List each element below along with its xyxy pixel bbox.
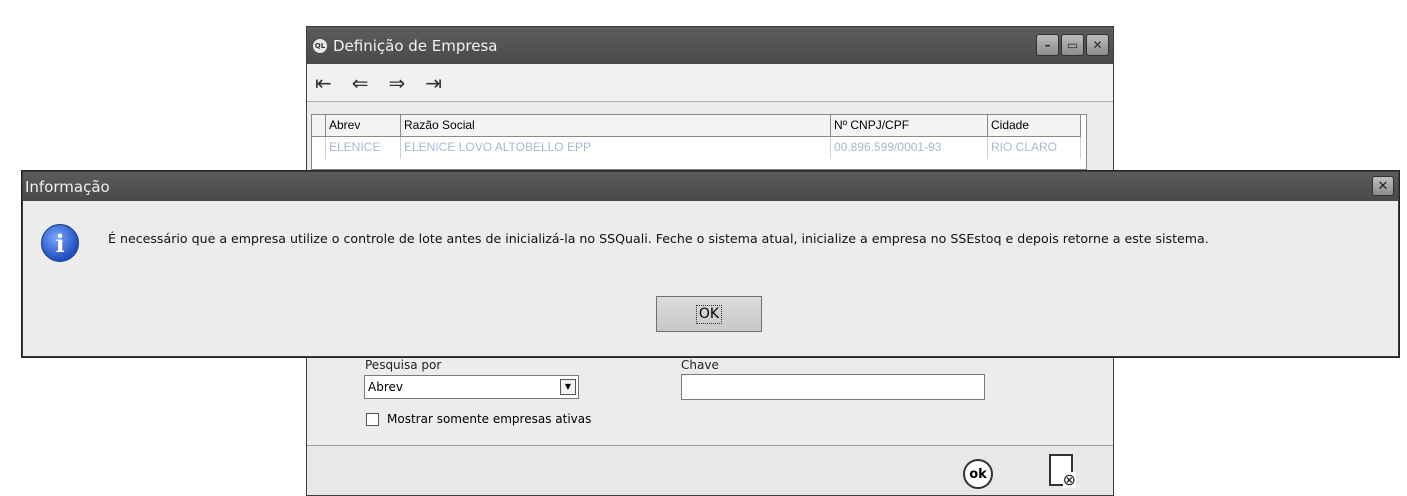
navigation-toolbar: ⇤ ⇐ ⇒ ⇥: [307, 64, 1113, 102]
previous-record-icon[interactable]: ⇐: [352, 73, 369, 93]
row-indicator: [312, 137, 326, 159]
maximize-button[interactable]: ▭: [1061, 34, 1084, 56]
column-header-cidade[interactable]: Cidade: [988, 115, 1081, 137]
cell-cnpj: 00.896.599/0001-93: [831, 137, 988, 159]
active-only-label: Mostrar somente empresas ativas: [387, 412, 592, 426]
column-header-cnpj[interactable]: Nº CNPJ/CPF: [831, 115, 988, 137]
cell-cidade: RIO CLARO: [988, 137, 1081, 159]
dialog-titlebar: Informação ✕: [23, 172, 1398, 201]
window-titlebar: QL Definição de Empresa – ▭ ✕: [307, 27, 1113, 64]
info-icon: i: [41, 224, 79, 262]
cell-razao-social: ELENICE LOVO ALTOBELLO EPP: [401, 137, 831, 159]
last-record-icon[interactable]: ⇥: [425, 73, 442, 93]
search-by-label: Pesquisa por: [365, 358, 442, 372]
grid-header: Abrev Razão Social Nº CNPJ/CPF Cidade: [312, 115, 1086, 137]
grid-indicator-header: [312, 115, 326, 137]
active-only-option[interactable]: Mostrar somente empresas ativas: [366, 412, 591, 426]
confirm-icon[interactable]: ok: [963, 459, 993, 489]
search-key-label: Chave: [681, 358, 719, 372]
next-record-icon[interactable]: ⇒: [389, 73, 406, 93]
cancel-document-icon[interactable]: [1049, 454, 1076, 488]
ok-button[interactable]: OK: [656, 296, 762, 332]
dialog-message: É necessário que a empresa utilize o con…: [108, 231, 1209, 246]
dialog-title: Informação: [25, 177, 110, 196]
chevron-down-icon[interactable]: ▼: [560, 379, 576, 395]
search-by-select[interactable]: Abrev ▼: [364, 375, 579, 399]
column-header-abrev[interactable]: Abrev: [326, 115, 401, 137]
cell-abrev: ELENICE: [326, 137, 401, 159]
information-dialog: Informação ✕ i É necessário que a empres…: [22, 171, 1399, 357]
ok-button-label: OK: [695, 304, 723, 324]
column-header-razao-social[interactable]: Razão Social: [401, 115, 831, 137]
close-button[interactable]: ✕: [1086, 34, 1109, 56]
companies-grid[interactable]: Abrev Razão Social Nº CNPJ/CPF Cidade EL…: [311, 114, 1087, 170]
dialog-close-button[interactable]: ✕: [1372, 176, 1394, 196]
search-by-value: Abrev: [368, 380, 403, 394]
window-footer: ok: [307, 445, 1113, 495]
active-only-checkbox[interactable]: [366, 412, 379, 426]
first-record-icon[interactable]: ⇤: [315, 73, 332, 93]
window-title: Definição de Empresa: [333, 36, 498, 55]
app-icon: QL: [313, 38, 327, 53]
table-row[interactable]: ELENICE ELENICE LOVO ALTOBELLO EPP 00.89…: [312, 137, 1086, 159]
search-key-input[interactable]: [681, 374, 985, 400]
minimize-button[interactable]: –: [1036, 34, 1059, 56]
